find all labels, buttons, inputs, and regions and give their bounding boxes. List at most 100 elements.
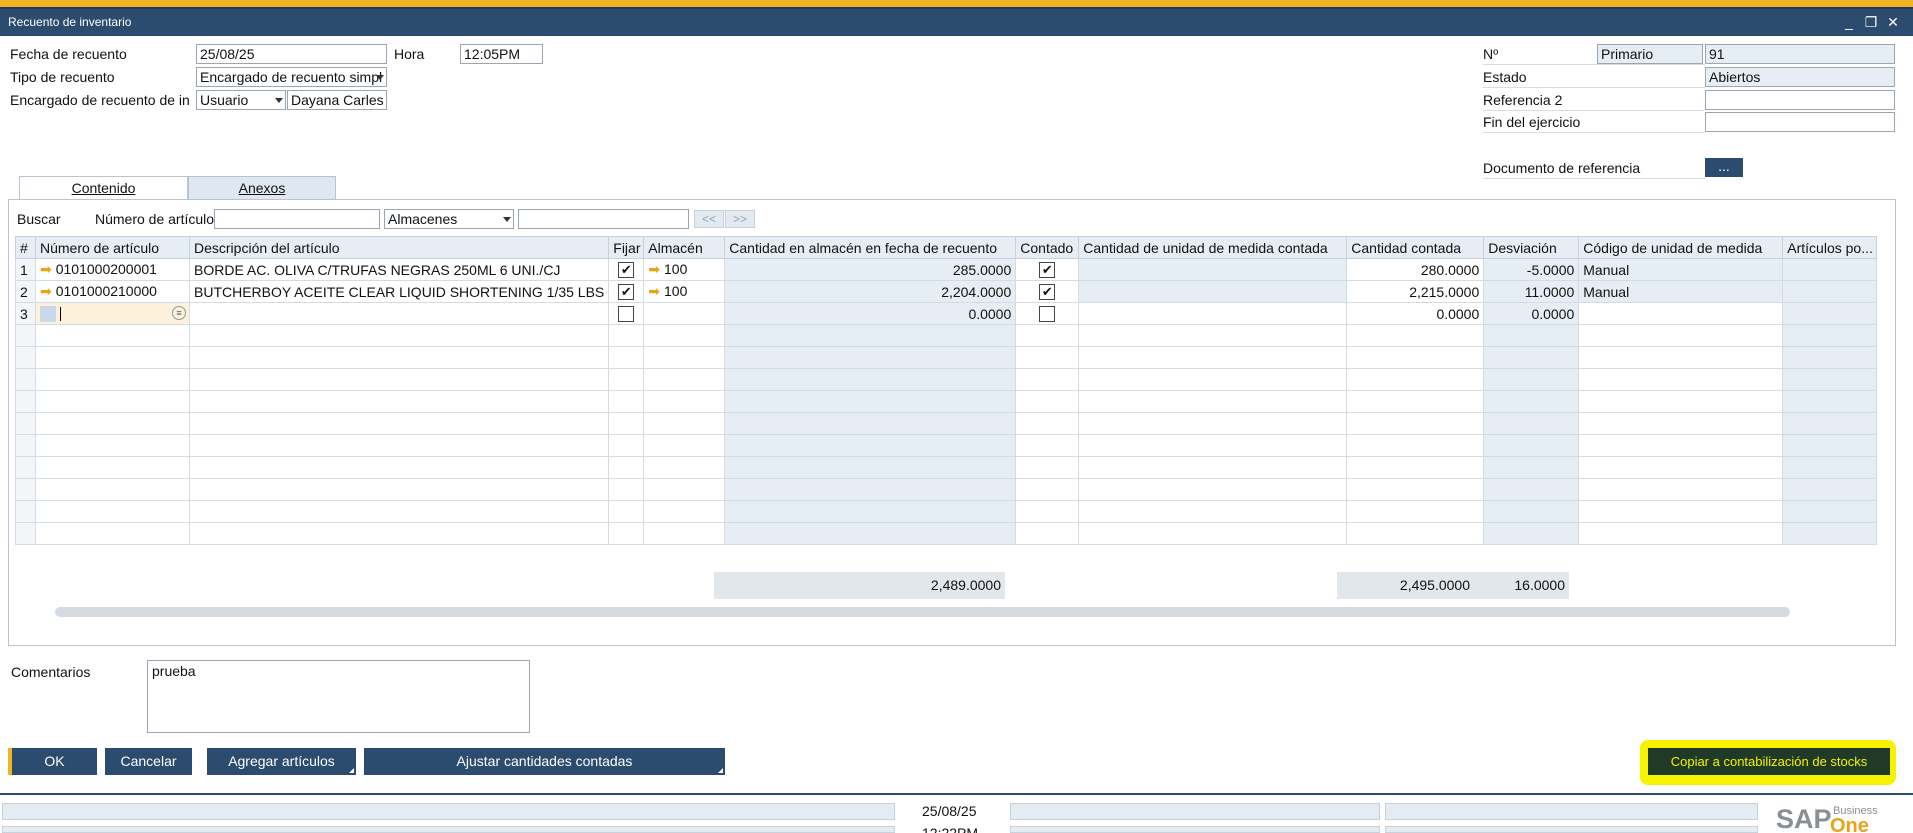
status-field-3: [1385, 803, 1758, 820]
checkbox-icon[interactable]: [618, 306, 635, 323]
col-header-cant-almacen[interactable]: Cantidad en almacén en fecha de recuento: [724, 236, 1017, 259]
items-table: # Número de artículo Descripción del art…: [15, 236, 1878, 545]
col-header-articulos[interactable]: Artículos po...: [1782, 236, 1878, 259]
cant-contada-cell[interactable]: 2,215.0000: [1346, 280, 1485, 303]
table-row[interactable]: 3 ≡ 0.0000 0.0000 0.0000: [15, 302, 1878, 325]
checkbox-icon[interactable]: ✔: [1039, 284, 1056, 301]
dropdown-icon[interactable]: [275, 98, 283, 103]
tab-anexos[interactable]: Anexos: [188, 176, 336, 200]
hora-label: Hora: [394, 46, 425, 62]
cant-contada-cell[interactable]: 280.0000: [1346, 258, 1485, 281]
desviacion-cell: 0.0000: [1483, 302, 1580, 325]
top-accent-bar: [0, 0, 1913, 9]
contado-cell[interactable]: ✔: [1015, 258, 1080, 281]
add-items-button[interactable]: Agregar artículos: [207, 748, 356, 775]
empty-row: [15, 500, 1878, 523]
link-arrow-icon[interactable]: ➡: [648, 283, 660, 300]
tab-contenido[interactable]: Contenido: [19, 176, 188, 200]
checkbox-icon[interactable]: ✔: [1039, 262, 1056, 279]
articulos-cell: [1782, 258, 1878, 281]
dropdown-icon[interactable]: [503, 217, 511, 222]
fijar-cell[interactable]: ✔: [608, 280, 645, 303]
total-cant-contada: 2,495.0000: [1337, 572, 1474, 599]
item-number-input[interactable]: ≡: [35, 302, 190, 325]
col-header-numero[interactable]: Número de artículo: [35, 236, 190, 259]
almacen-code: 100: [664, 261, 688, 277]
next-button[interactable]: >>: [725, 210, 755, 228]
checkbox-icon[interactable]: ✔: [618, 262, 635, 279]
comentarios-textarea[interactable]: prueba: [147, 660, 530, 733]
almacen-cell[interactable]: ➡ 100: [643, 258, 726, 281]
fijar-cell[interactable]: [608, 302, 645, 325]
hora-field[interactable]: 12:05PM: [460, 44, 543, 64]
item-number-cell[interactable]: ➡ 0101000210000: [35, 280, 190, 303]
col-header-fijar[interactable]: Fijar: [608, 236, 645, 259]
restore-icon[interactable]: ❐: [1862, 9, 1880, 36]
col-header-almacen[interactable]: Almacén: [643, 236, 726, 259]
fin-label: Fin del ejercicio: [1483, 112, 1705, 133]
link-arrow-icon[interactable]: ➡: [40, 283, 52, 300]
fin-field[interactable]: [1705, 112, 1895, 132]
encargado-tipo-value: Usuario: [200, 92, 249, 108]
articulos-cell: [1782, 302, 1878, 325]
description-cell[interactable]: [188, 302, 610, 325]
col-header-cant-contada[interactable]: Cantidad contada: [1346, 236, 1485, 259]
numero-articulo-search-input[interactable]: [214, 209, 380, 229]
serie-field[interactable]: Primario: [1597, 44, 1703, 64]
total-cant-almacen: 2,489.0000: [714, 572, 1005, 599]
close-icon[interactable]: ✕: [1884, 9, 1902, 36]
bottom-divider: [0, 793, 1913, 795]
cant-almacen-cell: 2,204.0000: [724, 280, 1017, 303]
empty-row: [15, 456, 1878, 479]
minimize-icon[interactable]: _: [1840, 9, 1858, 36]
encargado-nombre-field[interactable]: Dayana Carles: [287, 90, 387, 110]
docref-button[interactable]: ...: [1705, 158, 1743, 177]
almacen-cell[interactable]: ➡ 100: [643, 280, 726, 303]
cant-almacen-cell: 285.0000: [724, 258, 1017, 281]
horizontal-scrollbar[interactable]: [55, 607, 1790, 617]
checkbox-icon[interactable]: [1039, 306, 1056, 323]
almacen-cell[interactable]: [643, 302, 726, 325]
table-row[interactable]: 2 ➡ 0101000210000 BUTCHERBOY ACEITE CLEAR…: [15, 280, 1878, 303]
submenu-corner-icon: [349, 768, 354, 773]
codigo-um-cell: Manual: [1578, 258, 1784, 281]
tipo-select[interactable]: Encargado de recuento simpl: [196, 67, 387, 87]
choose-from-list-icon[interactable]: ≡: [172, 306, 186, 320]
logo-one: One: [1830, 815, 1869, 833]
item-number-cell[interactable]: ➡ 0101000200001: [35, 258, 190, 281]
almacenes-select[interactable]: Almacenes: [384, 209, 514, 229]
cancel-button[interactable]: Cancelar: [105, 748, 192, 775]
table-row[interactable]: 1 ➡ 0101000200001 BORDE AC. OLIVA C/TRUFA…: [15, 258, 1878, 281]
almacen-code: 100: [664, 283, 688, 299]
item-number: 0101000200001: [55, 261, 157, 277]
description-cell[interactable]: BORDE AC. OLIVA C/TRUFAS NEGRAS 250ML 6 …: [188, 258, 610, 281]
add-items-label: Agregar artículos: [228, 753, 335, 769]
dropdown-icon[interactable]: [376, 75, 384, 80]
col-header-descripcion[interactable]: Descripción del artículo: [188, 236, 610, 259]
adjust-quantities-button[interactable]: Ajustar cantidades contadas: [364, 748, 725, 775]
tipo-value: Encargado de recuento simpl: [200, 69, 383, 85]
status-field-6: [1385, 826, 1758, 833]
contado-cell[interactable]: [1015, 302, 1080, 325]
empty-row: [15, 324, 1878, 347]
col-header-desviacion[interactable]: Desviación: [1483, 236, 1580, 259]
comentarios-value: prueba: [152, 663, 196, 679]
description-cell[interactable]: BUTCHERBOY ACEITE CLEAR LIQUID SHORTENIN…: [188, 280, 610, 303]
col-header-codigo-um[interactable]: Código de unidad de medida: [1578, 236, 1784, 259]
cant-contada-cell[interactable]: 0.0000: [1346, 302, 1485, 325]
col-header-contado[interactable]: Contado: [1015, 236, 1080, 259]
copy-to-stock-posting-button[interactable]: Copiar a contabilización de stocks: [1648, 748, 1890, 775]
fecha-field[interactable]: 25/08/25: [196, 44, 387, 64]
row-number: 2: [15, 280, 36, 303]
almacen-search-input[interactable]: [518, 209, 689, 229]
link-arrow-icon[interactable]: ➡: [648, 261, 660, 278]
ref2-field[interactable]: [1705, 90, 1895, 110]
encargado-tipo-select[interactable]: Usuario: [196, 90, 286, 110]
fijar-cell[interactable]: ✔: [608, 258, 645, 281]
prev-button[interactable]: <<: [694, 210, 724, 228]
col-header-cant-um[interactable]: Cantidad de unidad de medida contada: [1078, 236, 1348, 259]
checkbox-icon[interactable]: ✔: [618, 284, 635, 301]
ok-button[interactable]: OK: [12, 748, 97, 775]
link-arrow-icon[interactable]: ➡: [40, 261, 52, 278]
contado-cell[interactable]: ✔: [1015, 280, 1080, 303]
